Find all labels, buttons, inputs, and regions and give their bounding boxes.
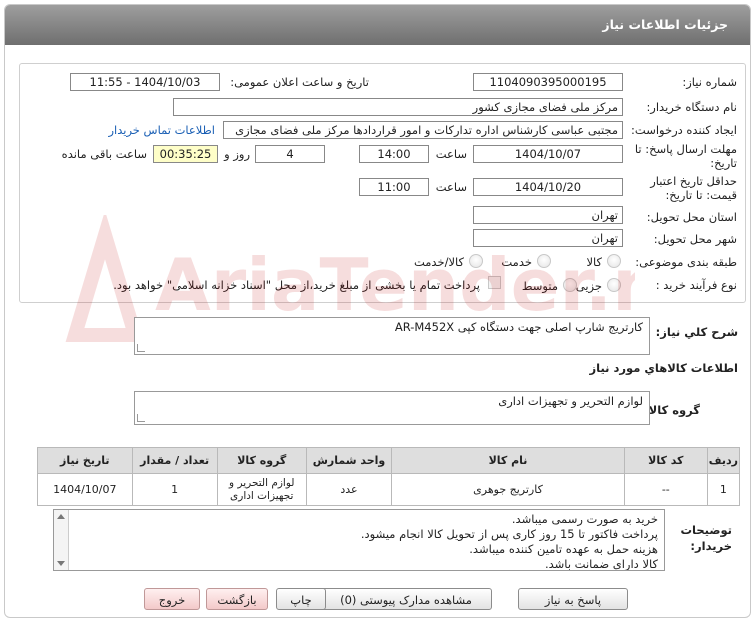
goods-group-label: گروه كالا: (644, 403, 700, 417)
cell-unit: عدد (305, 473, 393, 506)
cell-code: -- (623, 473, 708, 506)
days-label: روز و (224, 147, 250, 161)
summary-text: کارتریج شارپ اصلی جهت دستگاه کپی AR-M452… (394, 320, 643, 334)
cell-quantity: 1 (131, 473, 218, 506)
announce-date-label: تاریخ و ساعت اعلان عمومی: (230, 75, 369, 89)
category-radio-service[interactable] (537, 254, 551, 268)
buyer-note-line: هزینه حمل به عهده تامین کننده میباشد. (469, 542, 658, 556)
deadline-label-line2: تاریخ: (710, 156, 737, 170)
buyer-org-field: مرکز ملی فضای مجازی کشور (173, 98, 623, 116)
deadline-time-label: ساعت (435, 147, 467, 161)
process-option-medium: متوسط (521, 279, 558, 293)
province-field: تهران (473, 206, 623, 224)
city-label: شهر محل تحویل: (653, 232, 737, 246)
category-option-service: خدمت (501, 255, 532, 269)
need-details-panel: شرح كلي نياز: کارتریج شارپ اصلی جهت دستگ… (19, 309, 746, 581)
remaining-time-label: ساعت باقی مانده (61, 147, 147, 161)
back-button[interactable]: بازگشت (206, 588, 268, 610)
scroll-down-icon[interactable] (57, 561, 65, 566)
category-radio-goods[interactable] (607, 254, 621, 268)
validity-date-field: 1404/10/20 (473, 178, 623, 196)
deadline-date-field: 1404/10/07 (473, 145, 623, 163)
action-bar: پاسخ به نیاز مشاهده مدارک پیوستی (0) چاپ… (5, 587, 750, 613)
col-header-code: کد کالا (623, 447, 708, 474)
col-header-need-date: تاریخ نیاز (37, 447, 133, 474)
buyer-note-line: کالا دارای ضمانت باشد. (544, 557, 658, 571)
buyer-notes-label-line1: توضیحات (680, 523, 733, 537)
buyer-contact-link[interactable]: اطلاعات تماس خریدار (108, 123, 215, 137)
deadline-label-line1: مهلت ارسال پاسخ: تا (634, 142, 737, 156)
days-remaining-field: 4 (255, 145, 325, 163)
category-radio-goods-service[interactable] (469, 254, 483, 268)
requester-field: مجتبی عباسی کارشناس اداره تدارکات و امور… (223, 121, 623, 139)
validity-time-label: ساعت (435, 180, 467, 194)
col-header-quantity: تعداد / مقدار (131, 447, 218, 474)
scroll-up-icon[interactable] (57, 514, 65, 519)
attachments-button[interactable]: مشاهده مدارک پیوستی (0) (320, 588, 492, 610)
process-type-label: نوع فرآیند خرید : (655, 278, 737, 292)
summary-textarea[interactable]: کارتریج شارپ اصلی جهت دستگاه کپی AR-M452… (134, 317, 650, 355)
summary-label: شرح كلي نياز: (655, 325, 738, 339)
buyer-notes-textarea[interactable]: خرید به صورت رسمی میباشد. پرداخت فاکتور … (53, 509, 665, 571)
reply-button[interactable]: پاسخ به نیاز (518, 588, 628, 610)
buyer-org-label: نام دستگاه خریدار: (646, 100, 737, 114)
resize-handle-icon (137, 344, 145, 352)
announce-date-field: 1404/10/03 - 11:55 (70, 73, 220, 91)
buyer-note-line: خرید به صورت رسمی میباشد. (511, 512, 658, 526)
col-header-name: نام کالا (391, 447, 625, 474)
process-radio-minor[interactable] (607, 278, 621, 292)
treasury-payment-note: پرداخت تمام یا بخشی از مبلغ خرید،از محل … (113, 278, 480, 292)
requester-label: ایجاد کننده درخواست: (631, 123, 737, 137)
title-bar: جزئیات اطلاعات نیاز (5, 5, 750, 45)
cell-group: لوازم التحریر و تجهیزات اداری (216, 473, 307, 506)
process-option-minor: جزیی (575, 279, 602, 293)
buyer-note-line: پرداخت فاکتور تا 15 روز کاری پس از تحویل… (360, 527, 658, 541)
need-info-panel: شماره نیاز: 1104090395000195 تاریخ و ساع… (19, 63, 746, 303)
need-number-field: 1104090395000195 (473, 73, 623, 91)
city-field: تهران (473, 229, 623, 247)
notes-scrollbar[interactable] (54, 510, 69, 570)
exit-button[interactable]: خروج (144, 588, 200, 610)
category-option-goods: کالا (586, 255, 602, 269)
page-title: جزئیات اطلاعات نیاز (602, 17, 728, 32)
validity-label-line1: حداقل تاریخ اعتبار (650, 174, 737, 188)
process-radio-medium[interactable] (563, 278, 577, 292)
table-row: 1 -- کارتریج جوهری عدد لوازم التحریر و ت… (37, 473, 741, 506)
page-frame: جزئیات اطلاعات نیاز شماره نیاز: 11040903… (4, 4, 751, 618)
cell-name: کارتریج جوهری (391, 473, 625, 506)
category-label: طبقه بندی موضوعی: (635, 255, 737, 269)
col-header-unit: واحد شمارش (305, 447, 393, 474)
deadline-time-field: 14:00 (359, 145, 429, 163)
col-header-group: گروه کالا (216, 447, 307, 474)
goods-table-header: ردیف کد کالا نام کالا واحد شمارش گروه کا… (37, 447, 741, 474)
category-option-goods-service: کالا/خدمت (413, 255, 464, 269)
goods-section-title: اطلاعات كالاهاي مورد نياز (589, 361, 738, 375)
goods-group-textarea[interactable]: لوازم التحریر و تجهیزات اداری (134, 391, 650, 425)
cell-row: 1 (706, 473, 741, 506)
validity-label-line2: قیمت: تا تاریخ: (665, 188, 737, 202)
col-header-row: ردیف (706, 447, 741, 474)
validity-time-field: 11:00 (359, 178, 429, 196)
remaining-time-field: 00:35:25 (153, 145, 218, 163)
print-button[interactable]: چاپ (276, 588, 326, 610)
goods-group-text: لوازم التحریر و تجهیزات اداری (498, 394, 643, 408)
province-label: استان محل تحویل: (646, 210, 737, 224)
need-number-label: شماره نیاز: (682, 75, 737, 89)
resize-handle-icon (137, 414, 145, 422)
buyer-notes-label-line2: خریدار: (690, 539, 732, 553)
treasury-payment-checkbox[interactable] (488, 276, 501, 289)
cell-need-date: 1404/10/07 (37, 473, 133, 506)
goods-table: ردیف کد کالا نام کالا واحد شمارش گروه کا… (37, 447, 741, 506)
